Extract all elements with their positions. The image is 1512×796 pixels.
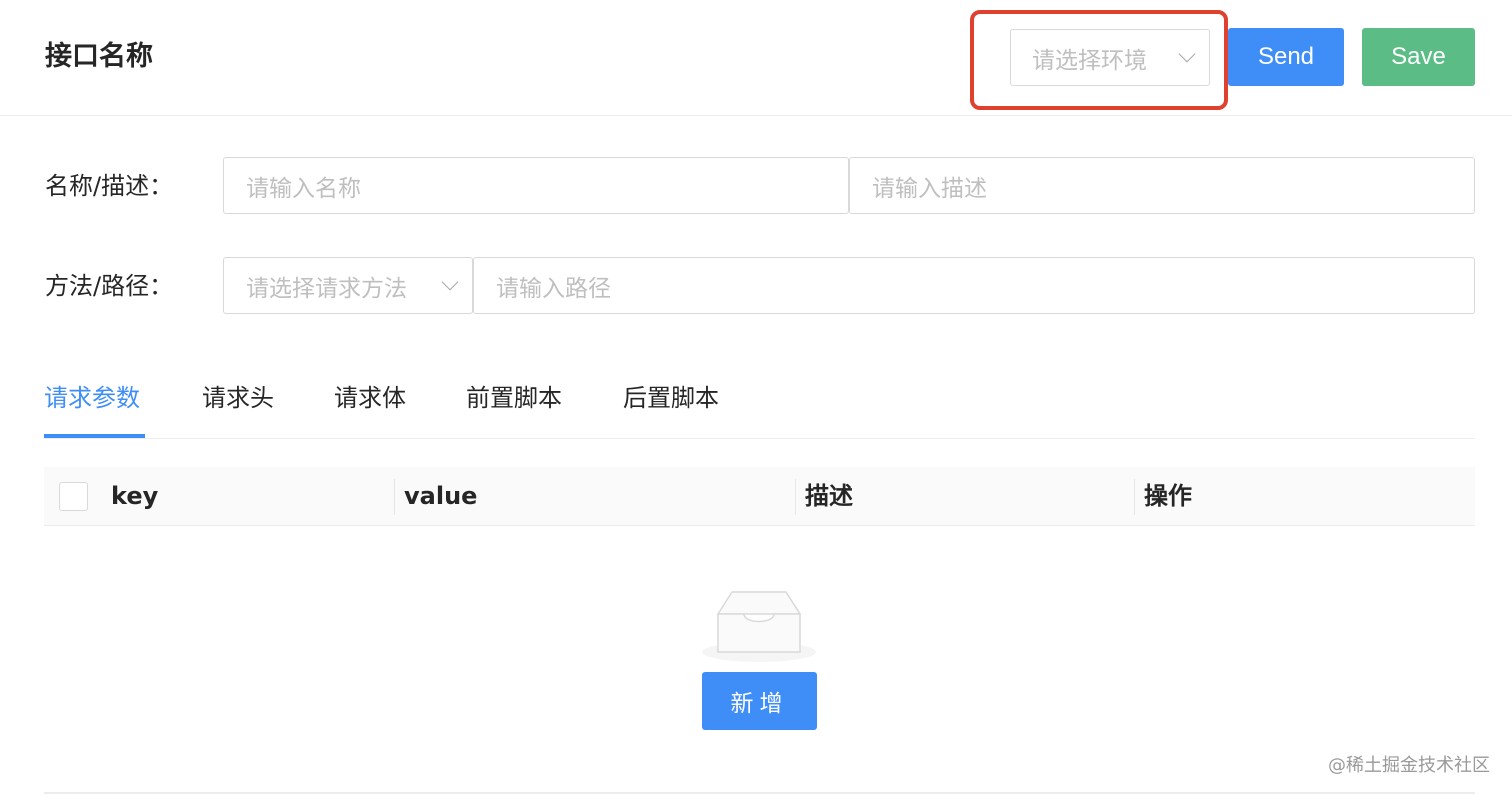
add-param-button[interactable]: 新增 <box>702 672 817 730</box>
request-tabs: 请求参数 请求头 请求体 前置脚本 后置脚本 <box>44 370 1475 439</box>
column-header-actions: 操作 <box>1144 482 1192 510</box>
params-table-header: key value 描述 操作 <box>44 467 1475 526</box>
save-button[interactable]: Save <box>1362 28 1475 86</box>
active-tab-indicator <box>44 434 145 438</box>
tab-request-headers[interactable]: 请求头 <box>202 380 274 416</box>
env-select-placeholder: 请选择环境 <box>1032 47 1147 74</box>
watermark: @稀土掘金技术社区 <box>1328 755 1490 776</box>
tab-request-body[interactable]: 请求体 <box>334 380 406 416</box>
column-divider <box>795 479 796 515</box>
path-input[interactable]: 请输入路径 <box>473 257 1475 314</box>
method-select[interactable]: 请选择请求方法 <box>223 257 473 314</box>
name-desc-label: 名称/描述： <box>45 172 174 200</box>
bottom-divider <box>44 792 1475 794</box>
empty-inbox-icon <box>702 591 816 662</box>
tab-pre-script[interactable]: 前置脚本 <box>466 380 562 416</box>
path-input-placeholder: 请输入路径 <box>496 275 611 302</box>
chevron-down-icon <box>441 273 459 290</box>
send-button[interactable]: Send <box>1228 28 1344 86</box>
name-input-placeholder: 请输入名称 <box>246 175 361 202</box>
header-bar: 接口名称 请选择环境 Send Save <box>0 0 1512 116</box>
name-input[interactable]: 请输入名称 <box>223 157 849 214</box>
method-path-label: 方法/路径： <box>45 272 174 300</box>
column-header-description: 描述 <box>805 482 853 510</box>
select-all-checkbox[interactable] <box>59 482 88 511</box>
column-header-key: key <box>111 482 159 510</box>
method-select-placeholder: 请选择请求方法 <box>246 275 407 302</box>
column-divider <box>1134 479 1135 515</box>
chevron-down-icon <box>1178 45 1196 62</box>
column-header-value: value <box>404 482 478 510</box>
column-divider <box>394 479 395 515</box>
description-input[interactable]: 请输入描述 <box>849 157 1475 214</box>
tab-post-script[interactable]: 后置脚本 <box>623 380 719 416</box>
description-input-placeholder: 请输入描述 <box>872 175 987 202</box>
page-title: 接口名称 <box>45 41 153 72</box>
tab-request-params[interactable]: 请求参数 <box>44 380 140 416</box>
api-editor-page: 接口名称 请选择环境 Send Save 名称/描述： 请输入名称 请输入描述 … <box>0 0 1512 796</box>
env-select[interactable]: 请选择环境 <box>1010 29 1210 86</box>
